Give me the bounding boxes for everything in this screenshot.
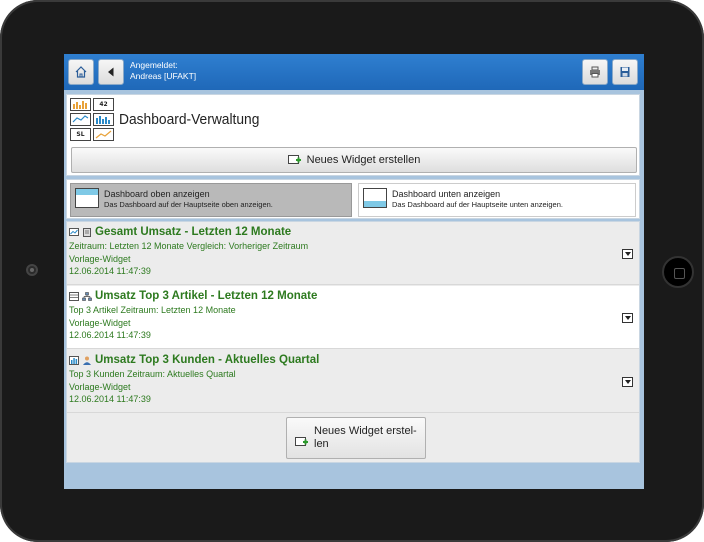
widget-item[interactable]: Gesamt Umsatz - Letzten 12 Monate Zeitra… bbox=[67, 222, 639, 285]
home-button[interactable] bbox=[662, 256, 694, 288]
widget-list: Gesamt Umsatz - Letzten 12 Monate Zeitra… bbox=[66, 221, 640, 463]
header-bar: Angemeldet: Andreas [UFAKT] bbox=[64, 54, 644, 90]
layout-bottom-icon bbox=[363, 188, 387, 208]
dashboard-bottom-option[interactable]: Dashboard unten anzeigen Das Dashboard a… bbox=[358, 183, 636, 217]
widget-title: Umsatz Top 3 Artikel - Letzten 12 Monate bbox=[95, 290, 318, 302]
add-widget-icon bbox=[287, 154, 301, 166]
chart-widget-icon bbox=[69, 227, 79, 237]
tablet-bezel: Angemeldet: Andreas [UFAKT] 42 SL Dashbo… bbox=[0, 0, 704, 542]
add-widget-icon bbox=[295, 433, 308, 446]
title-panel: 42 SL Dashboard-Verwaltung Neues Widget … bbox=[66, 94, 640, 176]
dashboard-bottom-desc: Das Dashboard auf der Hauptseite unten a… bbox=[392, 200, 563, 209]
widget-title: Umsatz Top 3 Kunden - Aktuelles Quartal bbox=[95, 354, 320, 366]
widget-description: Top 3 Artikel Zeitraum: Letzten 12 Monat… bbox=[69, 305, 236, 315]
new-widget-label-bottom: Neues Widget erstel-len bbox=[314, 425, 417, 450]
widget-description: Zeitraum: Letzten 12 Monate Vergleich: V… bbox=[69, 241, 309, 251]
login-label: Angemeldet: bbox=[130, 60, 178, 70]
print-button[interactable] bbox=[582, 59, 608, 85]
printer-icon bbox=[590, 66, 600, 78]
new-widget-button-bottom[interactable]: Neues Widget erstel-len bbox=[286, 417, 426, 459]
line-chart-tile-icon bbox=[70, 113, 91, 126]
save-button[interactable] bbox=[612, 59, 638, 85]
widget-timestamp: 12.06.2014 11:47:39 bbox=[69, 394, 151, 404]
back-button[interactable] bbox=[98, 59, 124, 85]
home-nav-button[interactable] bbox=[68, 59, 94, 85]
widget-type: Vorlage-Widget bbox=[69, 317, 131, 328]
widget-menu-dropdown[interactable] bbox=[622, 313, 633, 323]
widget-timestamp: 12.06.2014 11:47:39 bbox=[69, 330, 151, 340]
dashboard-top-desc: Das Dashboard auf der Hauptseite oben an… bbox=[104, 200, 273, 209]
widget-type: Vorlage-Widget bbox=[69, 253, 131, 264]
dashboard-top-option[interactable]: Dashboard oben anzeigen Das Dashboard au… bbox=[70, 183, 352, 217]
widget-item[interactable]: Umsatz Top 3 Kunden - Aktuelles Quartal … bbox=[67, 350, 639, 413]
new-widget-label-top: Neues Widget erstellen bbox=[306, 154, 421, 166]
text-tile: SL bbox=[70, 128, 91, 141]
column-chart-tile-icon bbox=[93, 113, 114, 126]
dashboard-logo: 42 SL bbox=[70, 98, 116, 142]
trend-tile-icon bbox=[93, 128, 114, 141]
table-widget-icon bbox=[69, 291, 79, 301]
widget-menu-dropdown[interactable] bbox=[622, 249, 633, 259]
customer-icon bbox=[82, 356, 92, 365]
number-tile: 42 bbox=[93, 98, 114, 111]
widget-description: Top 3 Kunden Zeitraum: Aktuelles Quartal bbox=[69, 369, 236, 379]
widget-title: Gesamt Umsatz - Letzten 12 Monate bbox=[95, 226, 292, 238]
widget-menu-dropdown[interactable] bbox=[622, 377, 633, 387]
layout-top-icon bbox=[75, 188, 99, 208]
dashboard-top-title: Dashboard oben anzeigen bbox=[104, 189, 210, 199]
dashboard-position-panel: Dashboard oben anzeigen Das Dashboard au… bbox=[66, 179, 640, 219]
login-user: Andreas [UFAKT] bbox=[130, 71, 197, 81]
floppy-disk-icon bbox=[620, 67, 630, 77]
app-screen: Angemeldet: Andreas [UFAKT] 42 SL Dashbo… bbox=[64, 54, 644, 489]
house-icon bbox=[75, 66, 87, 78]
widget-item[interactable]: Umsatz Top 3 Artikel - Letzten 12 Monate… bbox=[67, 286, 639, 349]
widget-type: Vorlage-Widget bbox=[69, 381, 131, 392]
bar-chart-widget-icon bbox=[69, 355, 79, 365]
dashboard-bottom-title: Dashboard unten anzeigen bbox=[392, 189, 501, 199]
bar-chart-tile-icon bbox=[70, 98, 91, 111]
widget-timestamp: 12.06.2014 11:47:39 bbox=[69, 266, 151, 276]
page-title: Dashboard-Verwaltung bbox=[119, 111, 260, 128]
new-widget-button-top[interactable]: Neues Widget erstellen bbox=[71, 147, 637, 173]
camera-icon bbox=[26, 264, 38, 276]
hierarchy-icon bbox=[82, 291, 92, 301]
document-icon bbox=[82, 227, 92, 237]
back-arrow-icon bbox=[108, 67, 114, 77]
login-info: Angemeldet: Andreas [UFAKT] bbox=[130, 60, 196, 82]
